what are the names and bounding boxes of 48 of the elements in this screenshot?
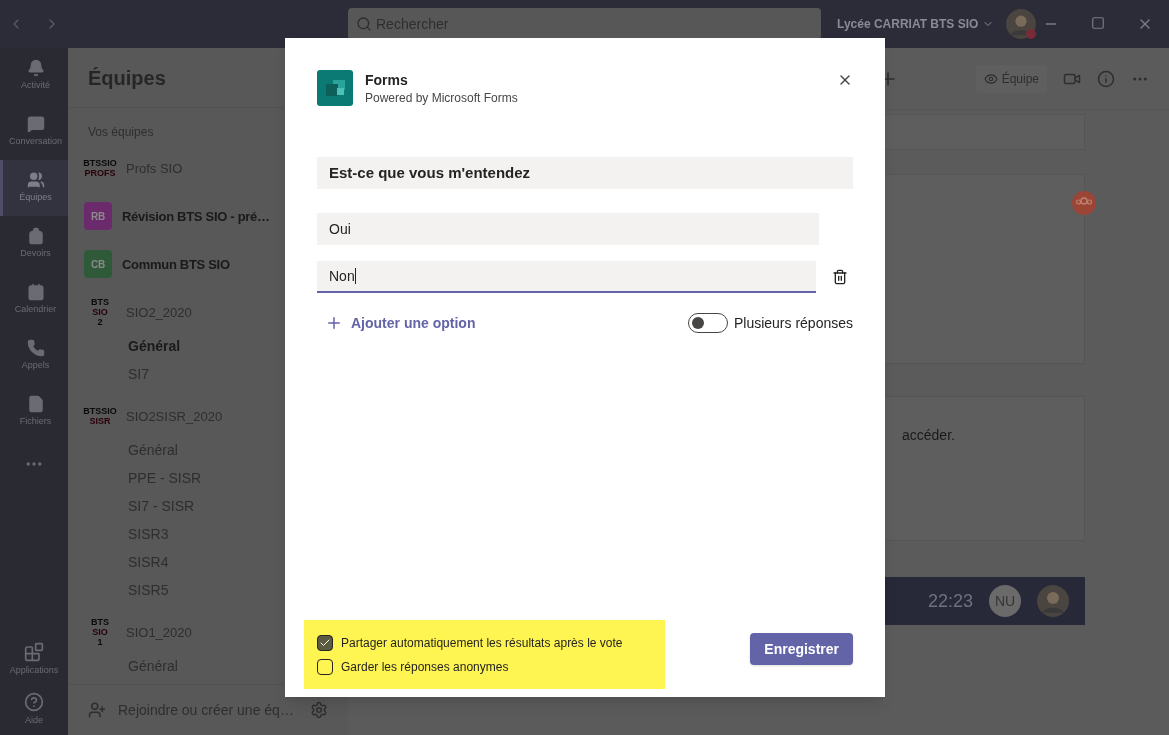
question-field[interactable]: Est-ce que vous m'entendez <box>317 157 853 189</box>
rail-item[interactable]: Devoirs <box>0 216 68 272</box>
team-logo: BTSSIO PROFS <box>84 158 116 179</box>
app-subtitle: Powered by Microsoft Forms <box>365 90 518 106</box>
rail-item[interactable]: Activité <box>0 48 68 104</box>
add-option-button[interactable]: Ajouter une option <box>317 313 484 333</box>
info-icon[interactable] <box>1097 69 1115 88</box>
add-team-icon <box>88 701 106 720</box>
rail-item[interactable]: Équipes <box>0 160 68 216</box>
checkbox-label: Garder les réponses anonymes <box>341 658 509 675</box>
rail-item[interactable]: Applications <box>0 635 68 685</box>
forms-logo-icon <box>317 70 353 106</box>
team-logo: BTS SIO 2 <box>90 297 110 328</box>
rail-item[interactable]: Aide <box>0 685 68 735</box>
plus-icon <box>325 314 343 332</box>
phone-icon <box>26 339 45 358</box>
team-badge-icon <box>1072 191 1096 215</box>
team-logo: BTS SIO 1 <box>90 617 110 648</box>
settings-icon[interactable] <box>310 701 328 720</box>
app-name: Forms <box>365 71 409 90</box>
message-text: accéder. <box>902 426 956 445</box>
option-field[interactable]: Non <box>317 261 816 293</box>
file-icon <box>26 395 45 414</box>
message-time: 22:23 <box>927 590 973 613</box>
avatar-icon <box>1006 9 1037 39</box>
maximize-icon[interactable] <box>1091 16 1105 30</box>
delete-icon[interactable] <box>832 269 848 285</box>
team-logo: BTSSIO SISR <box>84 406 116 427</box>
team-avatar: CB <box>84 250 112 279</box>
people-icon <box>26 171 45 190</box>
save-button[interactable]: Enregistrer <box>750 633 853 665</box>
chat-icon <box>26 115 45 134</box>
rail-item[interactable]: Conversation <box>0 104 68 160</box>
search-icon <box>356 16 372 32</box>
checkbox[interactable] <box>317 634 333 651</box>
bell-icon <box>26 59 45 78</box>
toggle-label: Plusieurs réponses <box>733 314 853 333</box>
option-field[interactable]: Oui <box>317 213 819 245</box>
help-icon <box>24 692 44 713</box>
backpack-icon <box>26 227 45 246</box>
org-switcher[interactable]: Lycée CARRIAT BTS SIO <box>837 16 995 32</box>
checkbox-label: Partager automatiquement les résultats après le vote <box>341 634 623 651</box>
calendar-icon <box>26 283 45 302</box>
checkbox[interactable] <box>317 658 333 675</box>
avatar-icon <box>1037 585 1069 617</box>
apps-icon <box>24 642 44 663</box>
eye-icon <box>983 71 998 86</box>
team-avatar: RB <box>84 202 112 231</box>
